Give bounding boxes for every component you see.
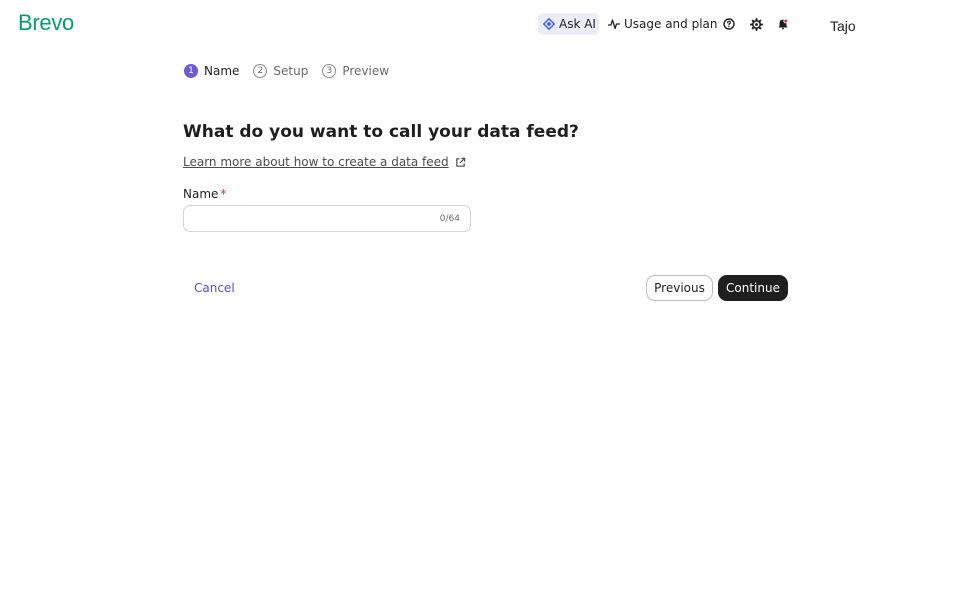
page-title: What do you want to call your data feed? <box>183 122 579 142</box>
learn-more[interactable]: Learn more about how to create a data fe… <box>183 155 466 169</box>
help-button[interactable] <box>720 15 738 33</box>
step-number: 1 <box>184 64 198 78</box>
user-menu[interactable]: Tajo <box>830 18 856 34</box>
usage-label: Usage and plan <box>624 17 718 31</box>
step-label: Setup <box>273 64 309 78</box>
step-name: 1 Name <box>184 64 239 78</box>
settings-button[interactable] <box>747 15 765 33</box>
name-label: Name * <box>183 187 226 201</box>
required-mark: * <box>220 187 227 201</box>
name-input[interactable] <box>184 206 470 231</box>
help-icon <box>723 18 735 30</box>
top-bar: Brevo Ask AI Usage and plan Tajo <box>0 0 960 48</box>
character-counter: 0/64 <box>439 214 460 224</box>
usage-and-plan-button[interactable]: Usage and plan <box>608 13 718 35</box>
previous-button[interactable]: Previous <box>646 275 713 301</box>
sparkle-icon <box>543 18 555 30</box>
cancel-button[interactable]: Cancel <box>194 281 235 295</box>
name-label-text: Name <box>183 187 219 201</box>
brevo-logo[interactable]: Brevo <box>18 10 74 36</box>
name-field[interactable]: 0/64 <box>183 205 471 232</box>
continue-button[interactable]: Continue <box>718 275 788 301</box>
step-label: Preview <box>342 64 390 78</box>
step-number: 2 <box>253 64 268 78</box>
step-number: 3 <box>322 64 337 78</box>
notifications-button[interactable] <box>774 15 792 33</box>
step-preview: 3 Preview <box>322 64 389 78</box>
gear-icon <box>749 17 763 31</box>
bell-icon <box>778 18 788 30</box>
stepper: 1 Name 2 Setup 3 Preview <box>184 64 403 78</box>
learn-more-link[interactable]: Learn more about how to create a data fe… <box>183 155 449 169</box>
step-setup: 2 Setup <box>253 64 308 78</box>
ask-ai-label: Ask AI <box>559 17 596 31</box>
step-label: Name <box>204 64 240 78</box>
external-link-icon <box>455 157 465 167</box>
activity-icon <box>608 19 620 30</box>
ask-ai-button[interactable]: Ask AI <box>538 13 599 35</box>
